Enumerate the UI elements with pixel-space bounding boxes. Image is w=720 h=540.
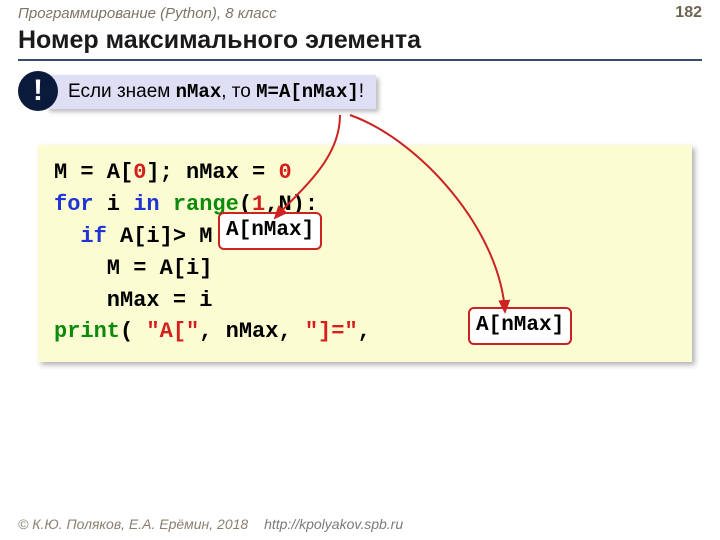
callout-mid: , то [221, 81, 256, 102]
callout-post: ! [359, 81, 364, 102]
inset-anmax-2: A[nMax] [468, 307, 572, 345]
callout-code1: nMax [176, 81, 222, 103]
copyright: © К.Ю. Поляков, Е.А. Ерёмин, 2018 [18, 516, 248, 532]
footer-url: http://kpolyakov.spb.ru [264, 516, 403, 532]
page-number: 182 [675, 4, 702, 22]
code-line-1: M = A[0]; nMax = 0 [54, 157, 676, 189]
callout-text: Если знаем nMax, то M=A[nMax]! [68, 81, 364, 103]
code-line-3: if A[i]> M : [54, 221, 676, 253]
code-line-4: M = A[i] [54, 253, 676, 285]
code-line-2: for i in range(1,N): [54, 189, 676, 221]
page-title: Номер максимального элемента [0, 24, 720, 59]
course-label: Программирование (Python), 8 класс [18, 5, 277, 22]
callout-code2: M=A[nMax] [256, 81, 359, 103]
inset-anmax-1: A[nMax] [218, 212, 322, 250]
callout-pre: Если знаем [68, 81, 176, 102]
title-rule [18, 59, 702, 61]
code-line-6: print( "A[", nMax, "]=", ) [54, 316, 676, 348]
exclamation-badge: ! [18, 71, 58, 111]
code-line-5: nMax = i [54, 285, 676, 317]
callout-box: Если знаем nMax, то M=A[nMax]! [46, 75, 376, 109]
footer: © К.Ю. Поляков, Е.А. Ерёмин, 2018 http:/… [18, 516, 403, 532]
code-block: M = A[0]; nMax = 0 for i in range(1,N): … [38, 145, 692, 362]
